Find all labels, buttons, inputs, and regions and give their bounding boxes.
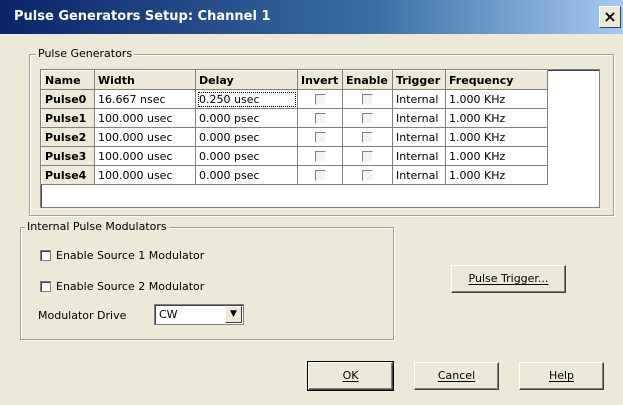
pulse-name: Pulse2: [41, 127, 95, 147]
modulator-drive-value: CW: [159, 308, 178, 321]
window-title: Pulse Generators Setup: Channel 1: [14, 9, 271, 24]
source1-modulator-label[interactable]: Enable Source 1 Modulator: [56, 249, 204, 262]
table-row[interactable]: Pulse3 100.000 usec 0.000 psec Internal …: [41, 146, 548, 166]
column-header-invert[interactable]: Invert: [297, 70, 343, 90]
table-row[interactable]: Pulse4 100.000 usec 0.000 psec Internal …: [41, 165, 548, 185]
pulse-trigger-button-label: Pulse Trigger...: [468, 272, 549, 285]
modulator-drive-select[interactable]: CW ▼: [154, 304, 244, 325]
cancel-button[interactable]: Cancel: [414, 362, 499, 390]
pulse-delay-cell[interactable]: 0.000 psec: [195, 127, 298, 147]
column-header-delay[interactable]: Delay: [195, 70, 298, 90]
modulator-drive-label: Modulator Drive: [38, 309, 127, 322]
column-header-width[interactable]: Width: [94, 70, 196, 90]
pulse-name: Pulse0: [41, 89, 95, 109]
invert-checkbox[interactable]: [314, 113, 326, 124]
chevron-down-icon[interactable]: ▼: [225, 306, 242, 323]
help-button[interactable]: Help: [519, 362, 604, 390]
table-header-row: Name Width Delay Invert Enable Trigger F…: [41, 70, 548, 90]
pulse-width-cell[interactable]: 100.000 usec: [94, 165, 196, 185]
pulse-frequency-cell[interactable]: 1.000 KHz: [445, 108, 548, 128]
pulse-name: Pulse1: [41, 108, 95, 128]
cancel-button-label: Cancel: [437, 369, 476, 382]
pulse-table: Name Width Delay Invert Enable Trigger F…: [41, 70, 548, 185]
pulse-trigger-cell[interactable]: Internal: [392, 108, 446, 128]
pulse-width-cell[interactable]: 16.667 nsec: [94, 89, 196, 109]
ok-button[interactable]: OK: [307, 361, 394, 391]
invert-checkbox[interactable]: [314, 170, 326, 181]
enable-checkbox[interactable]: [362, 170, 373, 181]
table-row[interactable]: Pulse1 100.000 usec 0.000 psec Internal …: [41, 108, 548, 128]
table-row[interactable]: Pulse0 16.667 nsec 0.250 usec Internal 1…: [41, 89, 548, 109]
pulse-generators-legend: Pulse Generators: [36, 47, 135, 60]
enable-checkbox[interactable]: [362, 132, 373, 143]
column-header-enable[interactable]: Enable: [342, 70, 393, 90]
invert-checkbox[interactable]: [314, 94, 326, 105]
title-bar: Pulse Generators Setup: Channel 1 ×: [0, 0, 623, 34]
help-button-label: Help: [548, 369, 575, 382]
pulse-trigger-cell[interactable]: Internal: [392, 165, 446, 185]
ok-button-label: OK: [342, 369, 359, 382]
close-icon[interactable]: ×: [599, 6, 621, 28]
column-header-trigger[interactable]: Trigger: [392, 70, 446, 90]
pulse-name: Pulse3: [41, 146, 95, 166]
pulse-frequency-cell[interactable]: 1.000 KHz: [445, 89, 548, 109]
pulse-trigger-cell[interactable]: Internal: [392, 89, 446, 109]
invert-checkbox[interactable]: [314, 132, 326, 143]
pulse-delay-cell[interactable]: 0.000 psec: [195, 165, 298, 185]
pulse-delay-cell[interactable]: 0.250 usec: [195, 89, 298, 109]
pulse-width-cell[interactable]: 100.000 usec: [94, 146, 196, 166]
source2-modulator-label[interactable]: Enable Source 2 Modulator: [56, 280, 204, 293]
pulse-generators-grid[interactable]: Name Width Delay Invert Enable Trigger F…: [40, 69, 600, 208]
enable-checkbox[interactable]: [362, 113, 373, 124]
pulse-delay-cell[interactable]: 0.000 psec: [195, 146, 298, 166]
column-header-name[interactable]: Name: [41, 70, 95, 90]
pulse-trigger-cell[interactable]: Internal: [392, 127, 446, 147]
pulse-frequency-cell[interactable]: 1.000 KHz: [445, 165, 548, 185]
enable-checkbox[interactable]: [362, 94, 373, 105]
pulse-width-cell[interactable]: 100.000 usec: [94, 127, 196, 147]
pulse-width-cell[interactable]: 100.000 usec: [94, 108, 196, 128]
source1-modulator-checkbox[interactable]: [40, 250, 51, 261]
source2-modulator-checkbox[interactable]: [40, 281, 51, 292]
invert-checkbox[interactable]: [314, 151, 326, 162]
pulse-trigger-cell[interactable]: Internal: [392, 146, 446, 166]
pulse-frequency-cell[interactable]: 1.000 KHz: [445, 127, 548, 147]
column-header-frequency[interactable]: Frequency: [445, 70, 548, 90]
pulse-name: Pulse4: [41, 165, 95, 185]
pulse-trigger-button[interactable]: Pulse Trigger...: [451, 265, 566, 293]
pulse-frequency-cell[interactable]: 1.000 KHz: [445, 146, 548, 166]
enable-checkbox[interactable]: [362, 151, 373, 162]
table-row[interactable]: Pulse2 100.000 usec 0.000 psec Internal …: [41, 127, 548, 147]
internal-pulse-modulators-legend: Internal Pulse Modulators: [25, 220, 169, 233]
pulse-delay-cell[interactable]: 0.000 psec: [195, 108, 298, 128]
